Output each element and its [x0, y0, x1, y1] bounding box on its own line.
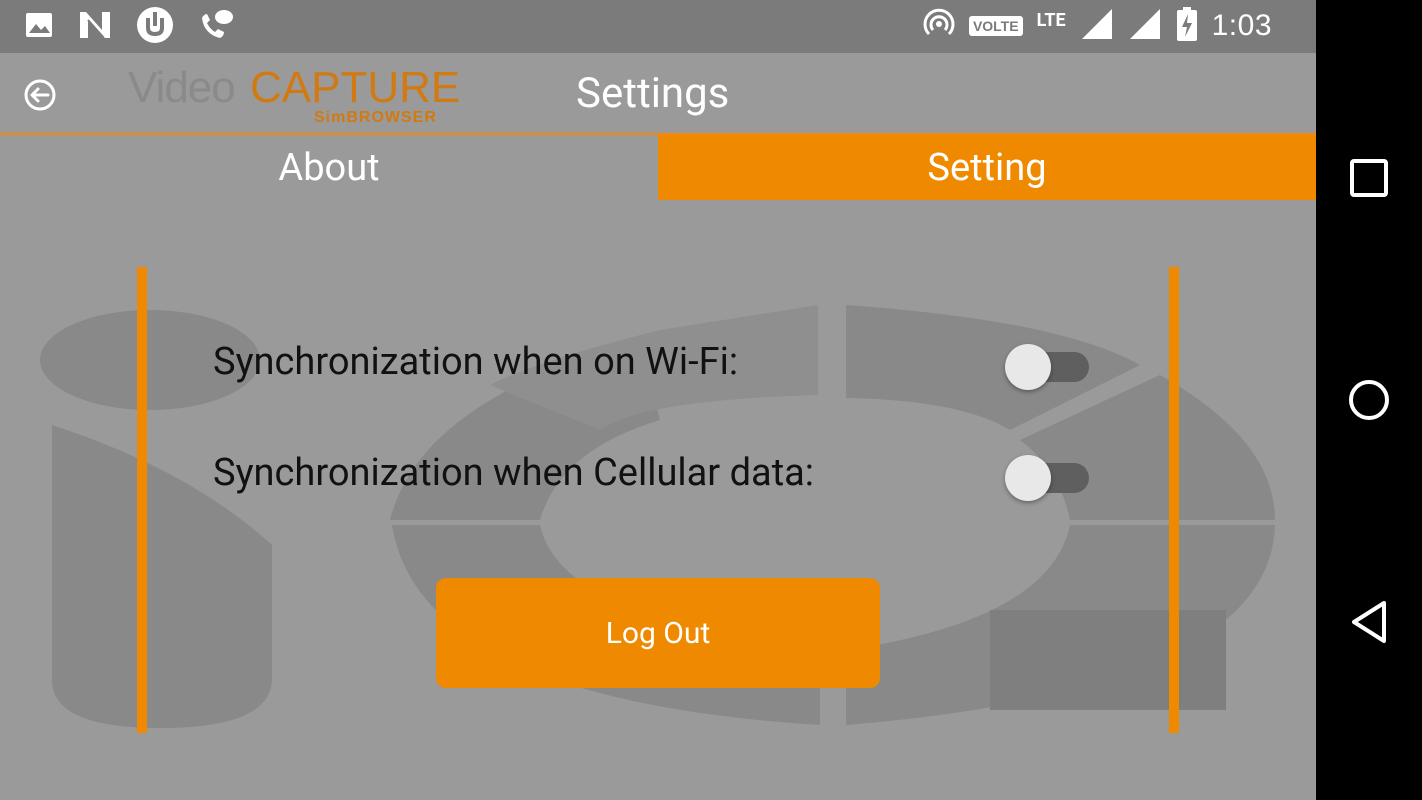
background-watermark	[40, 305, 1275, 728]
panel-border-left	[137, 267, 147, 733]
hotspot-icon	[923, 8, 955, 44]
home-button[interactable]	[1344, 375, 1394, 425]
home-icon	[1349, 380, 1389, 420]
status-bar: VOLTE LTE 1:03	[0, 0, 1316, 53]
logo-text-video: Video	[128, 63, 236, 112]
signal-icon	[1128, 7, 1162, 45]
logo-text-capture: CAPTURE	[250, 63, 461, 112]
tab-about[interactable]: About	[0, 135, 658, 200]
toggle-thumb	[1005, 344, 1051, 390]
wifi-call-icon	[198, 8, 234, 46]
logout-button[interactable]: Log Out	[436, 578, 880, 688]
panel-border-right	[1169, 267, 1179, 733]
logo-subtitle: SimBROWSER	[314, 109, 437, 126]
tab-setting[interactable]: Setting	[658, 135, 1316, 200]
back-triangle-icon	[1352, 601, 1386, 643]
volte-badge: VOLTE	[968, 16, 1023, 36]
system-nav-bar	[1316, 0, 1422, 800]
back-button[interactable]	[20, 75, 60, 115]
back-arrow-icon	[24, 79, 56, 111]
app-logo: Video CAPTURE SimBROWSER	[128, 63, 488, 129]
app-screen: VOLTE LTE 1:03 Video CAPTURE SimBROWSER	[0, 0, 1316, 800]
recents-icon	[1350, 159, 1388, 197]
back-nav-button[interactable]	[1344, 597, 1394, 647]
utorrent-icon	[136, 6, 174, 48]
page-title: Settings	[576, 69, 730, 118]
toggle-thumb	[1005, 455, 1051, 501]
n-app-icon	[78, 10, 112, 44]
image-icon	[24, 10, 54, 44]
cellular-sync-toggle[interactable]	[1005, 454, 1091, 502]
tab-bar: About Setting	[0, 135, 1316, 200]
wifi-sync-toggle[interactable]	[1005, 343, 1091, 391]
network-type: LTE	[1036, 9, 1066, 31]
cellular-sync-label: Synchronization when Cellular data:	[213, 451, 815, 495]
battery-charging-icon	[1176, 6, 1198, 46]
wifi-sync-label: Synchronization when on Wi-Fi:	[213, 340, 739, 384]
notification-icons	[24, 7, 234, 46]
system-icons: VOLTE LTE 1:03	[923, 6, 1272, 46]
signal-icon	[1080, 7, 1114, 45]
recents-button[interactable]	[1344, 153, 1394, 203]
clock: 1:03	[1211, 9, 1272, 42]
app-header: Video CAPTURE SimBROWSER Settings	[0, 53, 1316, 135]
